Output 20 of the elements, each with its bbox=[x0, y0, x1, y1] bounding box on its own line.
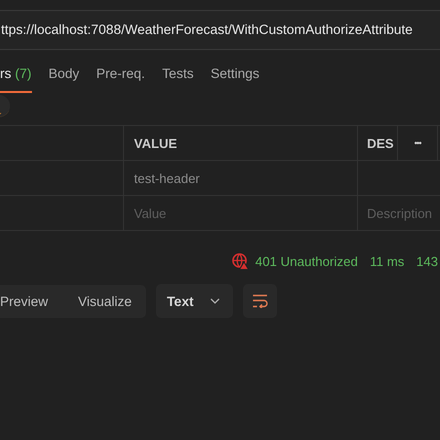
view-tab[interactable]: Visualize bbox=[78, 294, 132, 308]
status-code: 401 Unauthorized bbox=[255, 254, 358, 269]
view-tab[interactable]: Preview bbox=[0, 294, 48, 308]
more-button[interactable]: ••• bbox=[414, 138, 421, 148]
tab[interactable]: Body bbox=[48, 63, 80, 93]
tab[interactable]: rs (7) bbox=[0, 63, 32, 93]
url-field[interactable]: ttps://localhost:7088/WeatherForecast/WithCustomAuthorizeAttribute bbox=[0, 10, 440, 50]
globe-warning-icon bbox=[232, 253, 250, 270]
tab[interactable]: Pre-req. bbox=[96, 63, 146, 93]
response-size: 143 bbox=[416, 254, 438, 269]
wrap-lines-icon bbox=[252, 294, 268, 308]
format-dropdown[interactable]: Text bbox=[156, 284, 233, 318]
tab[interactable]: Tests bbox=[162, 63, 194, 93]
tab[interactable]: Settings bbox=[210, 63, 260, 93]
response-time: 11 ms bbox=[370, 254, 404, 269]
column-header: VALUE bbox=[124, 126, 358, 160]
wrap-button[interactable] bbox=[242, 284, 277, 318]
chevron-down-icon bbox=[210, 298, 220, 304]
column-header: DES bbox=[367, 136, 394, 150]
value-cell[interactable]: test-header bbox=[134, 170, 200, 186]
